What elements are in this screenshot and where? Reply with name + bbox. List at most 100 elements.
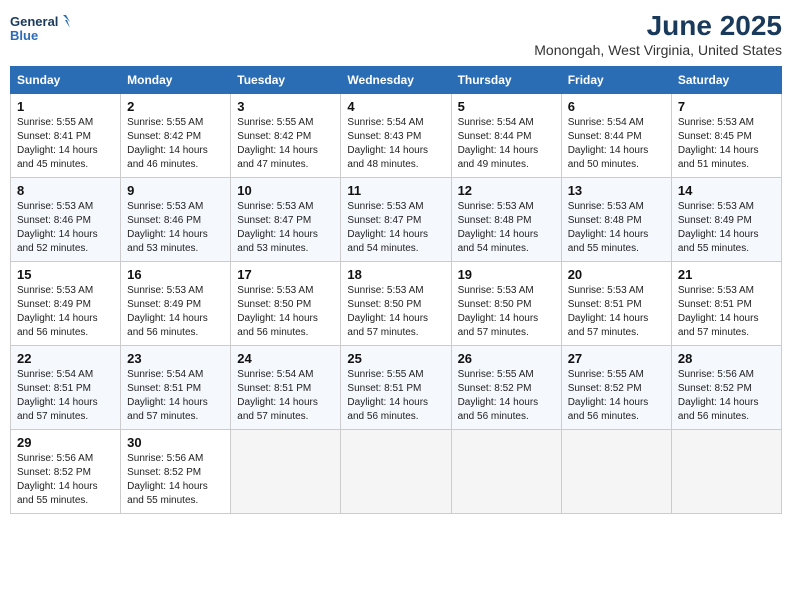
day-info: Sunrise: 5:55 AMSunset: 8:42 PMDaylight:… (237, 116, 334, 172)
day-info: Sunrise: 5:53 AMSunset: 8:49 PMDaylight:… (678, 200, 775, 256)
weekday-header-saturday: Saturday (671, 67, 781, 94)
calendar-week-4: 22 Sunrise: 5:54 AMSunset: 8:51 PMDayligh… (11, 346, 782, 430)
calendar-cell: 9 Sunrise: 5:53 AMSunset: 8:46 PMDaylight… (121, 178, 231, 262)
day-number: 22 (17, 351, 114, 366)
calendar-cell (561, 430, 671, 514)
day-number: 5 (458, 99, 555, 114)
day-number: 4 (347, 99, 444, 114)
calendar-cell: 1 Sunrise: 5:55 AMSunset: 8:41 PMDaylight… (11, 94, 121, 178)
calendar-week-2: 8 Sunrise: 5:53 AMSunset: 8:46 PMDaylight… (11, 178, 782, 262)
day-number: 18 (347, 267, 444, 282)
calendar-subtitle: Monongah, West Virginia, United States (534, 42, 782, 58)
day-info: Sunrise: 5:55 AMSunset: 8:52 PMDaylight:… (568, 368, 665, 424)
day-number: 16 (127, 267, 224, 282)
calendar-cell: 11 Sunrise: 5:53 AMSunset: 8:47 PMDayligh… (341, 178, 451, 262)
day-info: Sunrise: 5:54 AMSunset: 8:44 PMDaylight:… (568, 116, 665, 172)
calendar-cell: 15 Sunrise: 5:53 AMSunset: 8:49 PMDayligh… (11, 262, 121, 346)
day-info: Sunrise: 5:53 AMSunset: 8:47 PMDaylight:… (237, 200, 334, 256)
calendar-cell: 3 Sunrise: 5:55 AMSunset: 8:42 PMDaylight… (231, 94, 341, 178)
calendar-cell: 23Sunrise: 5:54 AMSunset: 8:51 PMDayligh… (121, 346, 231, 430)
calendar-cell: 8Sunrise: 5:53 AMSunset: 8:46 PMDaylight… (11, 178, 121, 262)
day-info: Sunrise: 5:53 AMSunset: 8:46 PMDaylight:… (127, 200, 224, 256)
day-info: Sunrise: 5:54 AMSunset: 8:44 PMDaylight:… (458, 116, 555, 172)
weekday-header-friday: Friday (561, 67, 671, 94)
day-number: 28 (678, 351, 775, 366)
day-info: Sunrise: 5:53 AMSunset: 8:48 PMDaylight:… (568, 200, 665, 256)
calendar-cell: 18 Sunrise: 5:53 AMSunset: 8:50 PMDayligh… (341, 262, 451, 346)
day-number: 1 (17, 99, 114, 114)
calendar-cell (231, 430, 341, 514)
day-info: Sunrise: 5:54 AMSunset: 8:43 PMDaylight:… (347, 116, 444, 172)
svg-text:General: General (10, 14, 58, 29)
calendar-cell: 7 Sunrise: 5:53 AMSunset: 8:45 PMDaylight… (671, 94, 781, 178)
calendar-week-3: 15 Sunrise: 5:53 AMSunset: 8:49 PMDayligh… (11, 262, 782, 346)
day-info: Sunrise: 5:53 AMSunset: 8:47 PMDaylight:… (347, 200, 444, 256)
day-number: 21 (678, 267, 775, 282)
calendar-cell: 4 Sunrise: 5:54 AMSunset: 8:43 PMDaylight… (341, 94, 451, 178)
weekday-header-thursday: Thursday (451, 67, 561, 94)
day-number: 6 (568, 99, 665, 114)
header: General Blue June 2025 Monongah, West Vi… (10, 10, 782, 58)
calendar-cell: 21 Sunrise: 5:53 AMSunset: 8:51 PMDayligh… (671, 262, 781, 346)
day-info: Sunrise: 5:53 AMSunset: 8:49 PMDaylight:… (17, 284, 114, 340)
calendar-cell: 20Sunrise: 5:53 AMSunset: 8:51 PMDayligh… (561, 262, 671, 346)
day-number: 10 (237, 183, 334, 198)
calendar-cell: 10 Sunrise: 5:53 AMSunset: 8:47 PMDayligh… (231, 178, 341, 262)
day-info: Sunrise: 5:54 AMSunset: 8:51 PMDaylight:… (127, 368, 224, 424)
day-number: 25 (347, 351, 444, 366)
logo-svg: General Blue (10, 10, 70, 48)
svg-text:Blue: Blue (10, 28, 38, 43)
day-number: 8 (17, 183, 114, 198)
calendar-table: SundayMondayTuesdayWednesdayThursdayFrid… (10, 66, 782, 514)
weekday-header-monday: Monday (121, 67, 231, 94)
calendar-cell: 5 Sunrise: 5:54 AMSunset: 8:44 PMDaylight… (451, 94, 561, 178)
day-info: Sunrise: 5:56 AMSunset: 8:52 PMDaylight:… (17, 452, 114, 508)
title-area: June 2025 Monongah, West Virginia, Unite… (534, 10, 782, 58)
calendar-cell: 22Sunrise: 5:54 AMSunset: 8:51 PMDayligh… (11, 346, 121, 430)
day-number: 30 (127, 435, 224, 450)
day-number: 12 (458, 183, 555, 198)
day-number: 7 (678, 99, 775, 114)
day-number: 19 (458, 267, 555, 282)
calendar-cell: 28Sunrise: 5:56 AMSunset: 8:52 PMDayligh… (671, 346, 781, 430)
day-number: 13 (568, 183, 665, 198)
day-info: Sunrise: 5:53 AMSunset: 8:49 PMDaylight:… (127, 284, 224, 340)
calendar-cell: 19 Sunrise: 5:53 AMSunset: 8:50 PMDayligh… (451, 262, 561, 346)
day-info: Sunrise: 5:53 AMSunset: 8:45 PMDaylight:… (678, 116, 775, 172)
day-info: Sunrise: 5:53 AMSunset: 8:50 PMDaylight:… (458, 284, 555, 340)
calendar-cell: 13 Sunrise: 5:53 AMSunset: 8:48 PMDayligh… (561, 178, 671, 262)
day-number: 15 (17, 267, 114, 282)
day-info: Sunrise: 5:55 AMSunset: 8:51 PMDaylight:… (347, 368, 444, 424)
day-info: Sunrise: 5:55 AMSunset: 8:42 PMDaylight:… (127, 116, 224, 172)
logo: General Blue (10, 10, 70, 48)
day-info: Sunrise: 5:53 AMSunset: 8:48 PMDaylight:… (458, 200, 555, 256)
calendar-week-1: 1 Sunrise: 5:55 AMSunset: 8:41 PMDaylight… (11, 94, 782, 178)
calendar-cell: 24Sunrise: 5:54 AMSunset: 8:51 PMDayligh… (231, 346, 341, 430)
day-number: 9 (127, 183, 224, 198)
day-info: Sunrise: 5:53 AMSunset: 8:51 PMDaylight:… (678, 284, 775, 340)
day-number: 14 (678, 183, 775, 198)
calendar-cell: 6 Sunrise: 5:54 AMSunset: 8:44 PMDaylight… (561, 94, 671, 178)
day-info: Sunrise: 5:53 AMSunset: 8:50 PMDaylight:… (237, 284, 334, 340)
day-info: Sunrise: 5:53 AMSunset: 8:51 PMDaylight:… (568, 284, 665, 340)
calendar-cell: 2 Sunrise: 5:55 AMSunset: 8:42 PMDaylight… (121, 94, 231, 178)
day-number: 3 (237, 99, 334, 114)
day-number: 2 (127, 99, 224, 114)
day-number: 24 (237, 351, 334, 366)
day-number: 26 (458, 351, 555, 366)
weekday-header-tuesday: Tuesday (231, 67, 341, 94)
calendar-cell (341, 430, 451, 514)
day-info: Sunrise: 5:53 AMSunset: 8:50 PMDaylight:… (347, 284, 444, 340)
calendar-cell: 27Sunrise: 5:55 AMSunset: 8:52 PMDayligh… (561, 346, 671, 430)
weekday-header-wednesday: Wednesday (341, 67, 451, 94)
calendar-cell: 12 Sunrise: 5:53 AMSunset: 8:48 PMDayligh… (451, 178, 561, 262)
calendar-title: June 2025 (534, 10, 782, 42)
calendar-cell: 29Sunrise: 5:56 AMSunset: 8:52 PMDayligh… (11, 430, 121, 514)
day-number: 11 (347, 183, 444, 198)
day-info: Sunrise: 5:55 AMSunset: 8:52 PMDaylight:… (458, 368, 555, 424)
calendar-cell: 17Sunrise: 5:53 AMSunset: 8:50 PMDayligh… (231, 262, 341, 346)
day-info: Sunrise: 5:55 AMSunset: 8:41 PMDaylight:… (17, 116, 114, 172)
calendar-week-5: 29Sunrise: 5:56 AMSunset: 8:52 PMDayligh… (11, 430, 782, 514)
calendar-cell: 16 Sunrise: 5:53 AMSunset: 8:49 PMDayligh… (121, 262, 231, 346)
weekday-header-row: SundayMondayTuesdayWednesdayThursdayFrid… (11, 67, 782, 94)
